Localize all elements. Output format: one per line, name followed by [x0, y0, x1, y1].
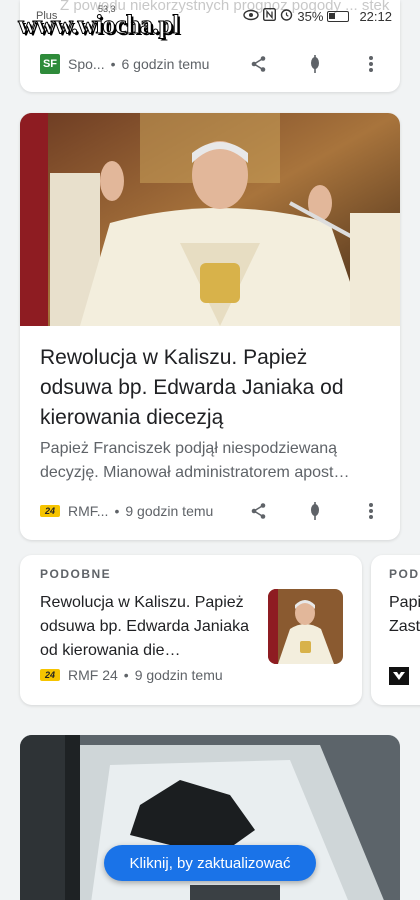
screen: Z powodu niekorzystnych prognoz pogody .… — [0, 0, 420, 900]
update-button[interactable]: Kliknij, by zaktualizować — [104, 845, 316, 881]
pin-icon[interactable] — [304, 500, 326, 522]
source-logo: SF — [40, 54, 60, 74]
main-article-source-row: 24 RMF... • 9 godzin temu — [40, 503, 213, 519]
source-name: RMF 24 — [68, 667, 118, 683]
article-snippet: Papież Franciszek podjął niespodziewaną … — [40, 440, 350, 481]
article-title[interactable]: Rewolucja w Kaliszu. Papież odsuwa bp. E… — [40, 343, 385, 433]
share-icon[interactable] — [248, 500, 270, 522]
related-label-2: POD — [389, 567, 420, 581]
eye-icon — [243, 9, 260, 24]
battery-percent: 35% — [297, 8, 324, 24]
time-ago: 9 godzin temu — [134, 667, 223, 683]
nfc-icon — [263, 7, 277, 24]
time-ago: 9 godzin temu — [125, 503, 214, 519]
related-article-title-2[interactable]: Papi Zast — [389, 591, 420, 639]
source-name: RMF... — [68, 503, 109, 519]
more-vert-icon[interactable] — [360, 500, 382, 522]
related-source-row: 24 RMF 24 • 9 godzin temu — [40, 667, 223, 683]
top-article-source-row: SF Spo... • 6 godzin temu — [40, 54, 209, 74]
alarm-icon — [280, 8, 293, 24]
source-logo: 24 — [40, 669, 60, 681]
share-icon[interactable] — [248, 53, 270, 75]
separator-dot: • — [110, 56, 116, 72]
battery-icon — [327, 10, 350, 22]
status-right-group: 35% 22:12 — [243, 7, 392, 24]
related-label: PODOBNE — [40, 567, 112, 581]
related-article-card-2[interactable]: POD Papi Zast — [371, 555, 420, 705]
top-article-actions — [248, 53, 382, 75]
related-article-title[interactable]: Rewolucja w Kaliszu. Papież odsuwa bp. E… — [40, 591, 255, 663]
separator-dot: • — [123, 667, 129, 683]
pin-icon[interactable] — [304, 53, 326, 75]
title-line-1: Papi — [389, 594, 420, 611]
clock: 22:12 — [359, 8, 392, 24]
source-name: Spo... — [68, 56, 105, 72]
main-article-card[interactable]: Rewolucja w Kaliszu. Papież odsuwa bp. E… — [20, 113, 400, 540]
separator-dot: • — [114, 503, 120, 519]
watermark-logo: www.wiocha.pl — [17, 10, 180, 40]
related-article-card[interactable]: PODOBNE Rewolucja w Kaliszu. Papież odsu… — [20, 555, 362, 705]
article-hero-image[interactable] — [20, 113, 400, 326]
more-vert-icon[interactable] — [360, 53, 382, 75]
related-article-thumbnail[interactable] — [268, 589, 343, 664]
title-line-2: Zast — [389, 618, 420, 635]
source-logo — [389, 667, 409, 685]
main-article-actions — [248, 500, 382, 522]
time-ago: 6 godzin temu — [121, 56, 210, 72]
source-logo: 24 — [40, 505, 60, 517]
